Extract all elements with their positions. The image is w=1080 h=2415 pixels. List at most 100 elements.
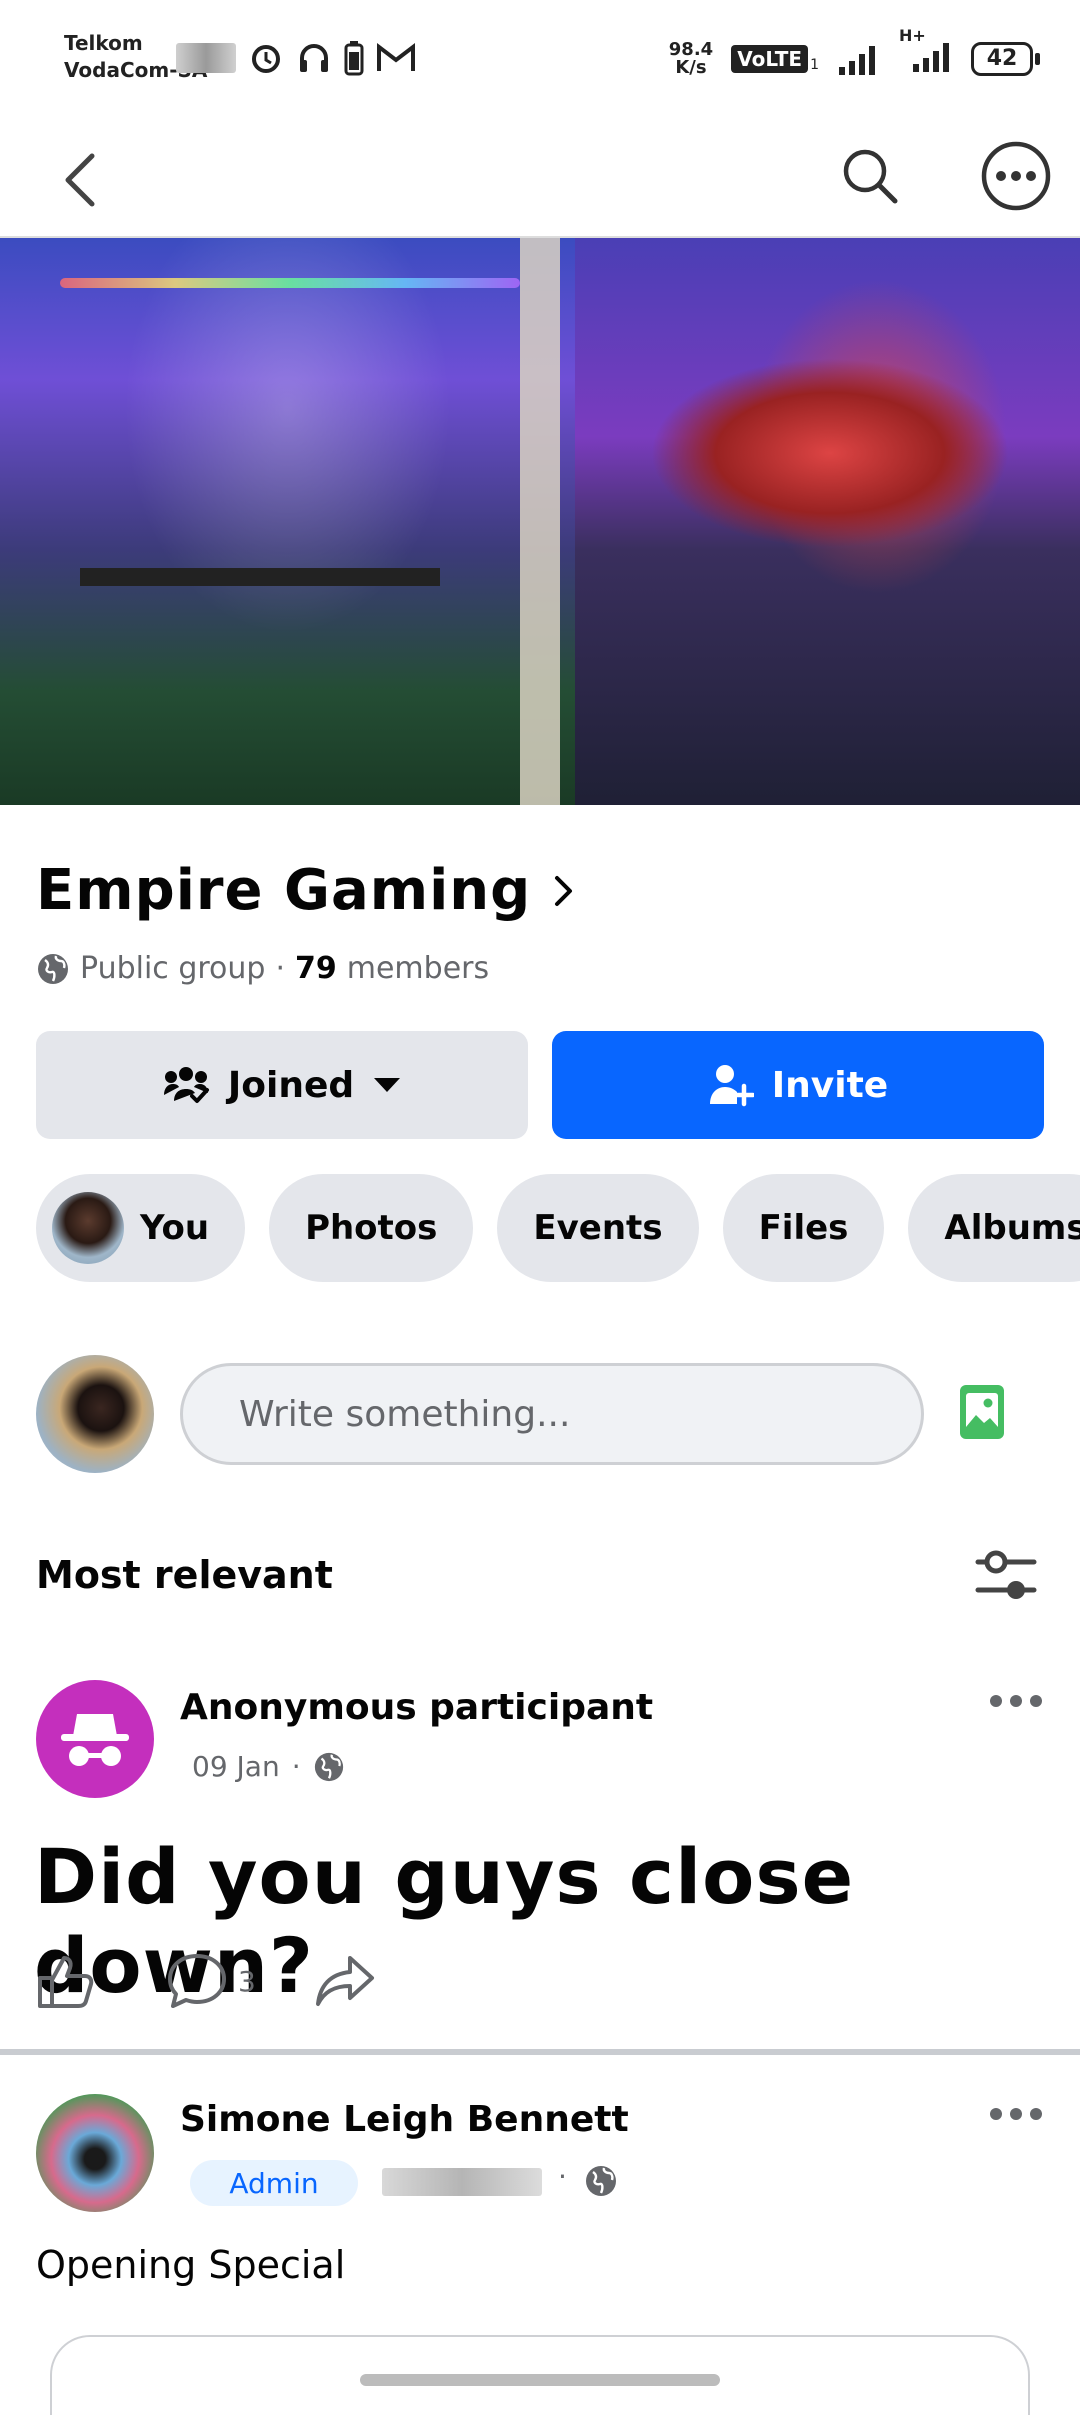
group-title-link[interactable]: Empire Gaming [36,858,575,923]
tab-albums[interactable]: Albums [908,1174,1080,1282]
write-something-input[interactable]: Write something... [180,1363,924,1465]
globe-icon [38,953,68,984]
tab-you[interactable]: You [36,1174,246,1282]
post-divider [0,2049,1080,2055]
dot-icon [1030,1695,1042,1707]
back-button[interactable] [40,140,120,220]
joined-button[interactable]: Joined [36,1031,528,1139]
cover-motorcycle-display [650,358,1010,548]
search-icon [843,149,898,204]
meta-separator: · [291,1750,301,1783]
tab-events[interactable]: Events [497,1174,699,1282]
blurred-notification-icon [176,43,236,73]
post-meta: 09 Jan · [192,1750,345,1783]
meta-separator: · [558,2160,567,2193]
feed-filter-button[interactable] [974,1550,1038,1606]
more-options-button[interactable] [974,134,1058,218]
author-avatar[interactable] [36,2094,154,2212]
comment-button[interactable]: 3 [166,1952,256,2010]
signal-2-label: H+ [899,26,926,45]
network-speed: 98.4 K/s [668,38,714,78]
home-indicator[interactable] [360,2374,720,2386]
tab-you-label: You [140,1208,210,1248]
sort-label[interactable]: Most relevant [36,1553,333,1597]
top-navigation [0,120,1080,236]
volte-sim-number: 1 [810,56,819,73]
tab-files[interactable]: Files [722,1174,885,1282]
comment-count: 3 [238,1964,256,1998]
comment-icon [168,1954,226,2008]
dot-icon [1010,1695,1022,1707]
cover-window-frame [520,238,560,805]
post-date[interactable]: 09 Jan [192,1750,280,1783]
group-joined-icon [163,1067,209,1103]
photo-icon [960,1385,1004,1439]
group-privacy: Public group [80,951,266,986]
thumbs-up-icon [38,1956,94,2008]
status-system-icons: 98.4 K/s VoLTE 1 H+ 42 [668,26,1040,79]
blurred-post-date [382,2168,542,2196]
back-arrow-icon [65,153,95,207]
tab-photos-label: Photos [305,1208,438,1248]
battery-level: 42 [971,41,1033,76]
like-button[interactable] [36,1952,96,2010]
globe-icon [586,2166,616,2196]
post-text: Opening Special [36,2243,346,2287]
group-cover-photo[interactable] [0,236,1080,805]
network-speed-unit: K/s [675,56,707,78]
signal-icon [839,45,875,75]
invite-label: Invite [771,1064,889,1106]
share-button[interactable] [314,1954,376,2008]
post-options-button[interactable] [990,1695,1042,1707]
volte-badge: VoLTE [731,44,809,73]
headphones-icon [300,44,328,72]
member-count[interactable]: 79 [295,951,337,986]
composer-avatar[interactable] [36,1355,154,1473]
dot-icon [1010,2108,1022,2120]
volte-indicator: VoLTE 1 [731,44,819,73]
dot-icon [1030,2108,1042,2120]
cover-store-interior [0,238,575,805]
tab-photos[interactable]: Photos [269,1174,474,1282]
signal-2-indicator: H+ [899,26,953,79]
group-meta: Public group · 79 members [36,951,489,986]
group-tabs: You Photos Events Files Albums [36,1174,1080,1282]
dot-icon [990,2108,1002,2120]
anonymous-icon [61,1714,129,1766]
post-author[interactable]: Simone Leigh Bennett [180,2099,629,2140]
joined-label: Joined [227,1064,355,1106]
status-bar: Telkom VodaCom-SA 98.4 K/s VoLTE 1 H+ 42 [0,0,1080,120]
battery-tip [1035,52,1040,65]
cover-rgb-light [60,278,520,288]
search-button[interactable] [830,136,910,216]
tab-files-label: Files [758,1208,849,1248]
add-photo-button[interactable] [958,1383,1006,1445]
caret-down-icon [374,1078,401,1092]
status-notification-icons [176,40,416,76]
meta-separator: · [275,951,285,986]
user-avatar [52,1192,124,1264]
network-speed-value: 98.4 [668,38,714,60]
more-horizontal-circle-icon [981,141,1051,211]
add-person-icon [709,1065,754,1107]
composer-placeholder: Write something... [239,1393,571,1435]
members-label[interactable]: members [347,951,489,986]
post-options-button[interactable] [990,2108,1042,2120]
invite-button[interactable]: Invite [552,1031,1044,1139]
dot-icon [990,1695,1002,1707]
filter-sliders-icon [975,1550,1037,1599]
gmail-icon [377,42,415,71]
cover-display-table [80,568,440,586]
battery-saver-icon [344,41,364,76]
post-author[interactable]: Anonymous participant [180,1687,653,1728]
tab-events-label: Events [533,1208,663,1248]
post-actions: 3 [36,1952,376,2010]
globe-icon [314,1752,343,1781]
battery-indicator: 42 [971,41,1040,76]
share-icon [315,1956,374,2006]
group-name: Empire Gaming [36,858,532,923]
anonymous-avatar[interactable] [36,1680,154,1798]
alarm-icon [252,45,280,73]
admin-badge: Admin [190,2160,358,2206]
chevron-right-icon [555,875,573,906]
